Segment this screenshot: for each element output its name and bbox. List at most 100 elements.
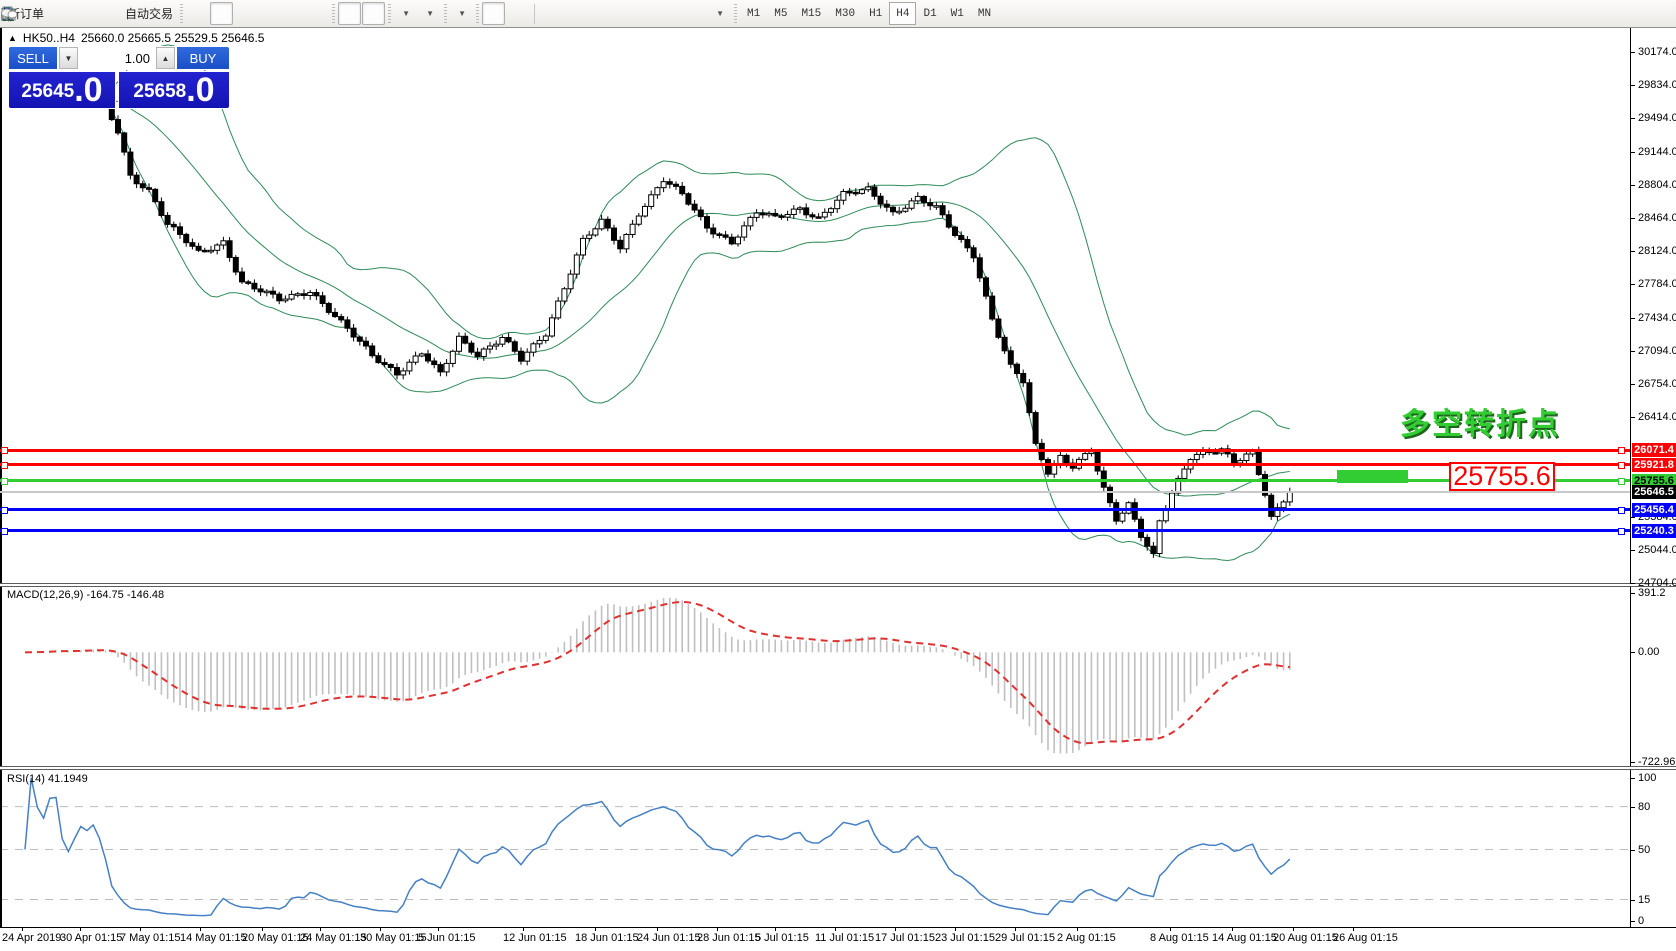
time-axis-label: 2 Aug 01:15 bbox=[1057, 932, 1116, 944]
templates-button[interactable]: ▼ bbox=[1, 2, 473, 25]
arrows-tool-button[interactable]: ▼ bbox=[3, 2, 731, 25]
line-handle[interactable] bbox=[1618, 527, 1625, 535]
crosshair-tool-button[interactable] bbox=[2, 2, 529, 25]
timeframe-m30[interactable]: M30 bbox=[828, 2, 862, 25]
zoom-in-button[interactable] bbox=[2, 2, 281, 25]
chat-button[interactable] bbox=[1, 2, 1672, 25]
timeframe-h4[interactable]: H4 bbox=[889, 2, 917, 25]
vertical-line-tool-button[interactable] bbox=[7, 2, 563, 25]
sell-price-panel[interactable]: 25645 .0 bbox=[8, 71, 116, 109]
time-tick-mark bbox=[140, 928, 141, 931]
line-handle[interactable] bbox=[1, 527, 8, 535]
time-axis-label: 30 May 01:15 bbox=[360, 932, 427, 944]
timeframe-mn[interactable]: MN bbox=[971, 2, 998, 25]
volume-box: ▼ 1.00 ▲ bbox=[58, 46, 176, 70]
time-tick-mark bbox=[1353, 928, 1354, 931]
price-tick-mark bbox=[1630, 217, 1635, 219]
line-handle[interactable] bbox=[1618, 477, 1625, 485]
dropdown-arrow-icon: ▼ bbox=[402, 9, 410, 18]
volume-increase-button[interactable]: ▲ bbox=[156, 47, 175, 69]
search-button[interactable] bbox=[2, 2, 1648, 25]
time-axis-label: 14 May 01:15 bbox=[180, 932, 247, 944]
price-tick-mark bbox=[1630, 549, 1635, 551]
current-price-label: 25646.5 bbox=[1632, 484, 1676, 499]
timeframe-m15[interactable]: M15 bbox=[794, 2, 828, 25]
price-tick-label: 29834.0 bbox=[1638, 79, 1676, 91]
mt5-window: 新订单 自动交易 ▼ ▼ ▼ F ▼ M1 M5 M15 M30 H1 H4 D… bbox=[0, 0, 1676, 951]
volume-decrease-button[interactable]: ▼ bbox=[59, 47, 78, 69]
price-tick-label: 27094.0 bbox=[1638, 344, 1676, 357]
indicators-button[interactable]: ▼ bbox=[1, 2, 417, 25]
price-line-label: 25921.8 bbox=[1632, 457, 1676, 472]
candles bbox=[22, 89, 1293, 558]
buy-price: 25658 bbox=[133, 81, 187, 102]
price-tick-label: 29144.0 bbox=[1638, 145, 1676, 158]
horizontal-price-line[interactable] bbox=[0, 463, 1630, 467]
zoom-out-button[interactable] bbox=[2, 2, 305, 25]
algo-trading-label: 自动交易 bbox=[125, 7, 174, 21]
time-tick-mark bbox=[1232, 928, 1233, 931]
text-tool-button[interactable]: A bbox=[4, 2, 683, 25]
line-handle[interactable] bbox=[1, 506, 8, 514]
rsi-tick-label: 15 bbox=[1638, 893, 1651, 906]
rsi-tick-label: 100 bbox=[1638, 772, 1657, 784]
horizontal-price-line[interactable] bbox=[0, 508, 1630, 512]
volume-value[interactable]: 1.00 bbox=[78, 47, 156, 69]
time-tick-mark bbox=[1293, 928, 1294, 931]
trendline-tool-button[interactable] bbox=[2, 2, 611, 25]
macd-tick-mark bbox=[1630, 762, 1635, 763]
time-axis-label: 5 Jun 01:15 bbox=[418, 932, 476, 944]
line-handle[interactable] bbox=[1618, 461, 1625, 469]
fibonacci-tool-button[interactable]: F bbox=[2, 2, 659, 25]
buy-button[interactable]: BUY bbox=[176, 46, 230, 70]
line-handle[interactable] bbox=[1, 477, 8, 485]
horizontal-line-tool-button[interactable] bbox=[2, 2, 587, 25]
macd-pane[interactable] bbox=[0, 586, 1630, 767]
time-axis-label: 29 Jul 01:15 bbox=[995, 932, 1055, 944]
chart-shift-button[interactable] bbox=[1, 2, 362, 25]
timeframe-d1[interactable]: D1 bbox=[916, 2, 943, 25]
new-chart-button[interactable] bbox=[1, 2, 96, 25]
time-axis-label: 24 Apr 2019 bbox=[2, 932, 62, 944]
time-axis-label: 24 May 01:15 bbox=[300, 932, 367, 944]
auto-scroll-button[interactable] bbox=[1, 2, 386, 25]
depth-of-market-button[interactable] bbox=[1, 2, 72, 25]
pane-divider-rsi[interactable] bbox=[0, 766, 1676, 770]
macd-tick-mark bbox=[1630, 652, 1635, 654]
line-handle[interactable] bbox=[1, 447, 8, 455]
rsi-pane[interactable] bbox=[0, 770, 1630, 926]
label-tool-button[interactable]: T bbox=[1, 2, 707, 25]
main-chart-pane[interactable] bbox=[0, 28, 1630, 584]
timeframe-w1[interactable]: W1 bbox=[944, 2, 971, 25]
time-axis-label: 8 Aug 01:15 bbox=[1150, 932, 1209, 944]
price-tick-mark bbox=[1630, 85, 1635, 86]
price-tick-mark bbox=[1630, 317, 1635, 319]
tile-windows-button[interactable] bbox=[2, 2, 329, 25]
signals-button[interactable] bbox=[1, 2, 120, 25]
timeframe-m5[interactable]: M5 bbox=[767, 2, 794, 25]
line-chart-button[interactable] bbox=[1, 2, 257, 25]
bar-chart-button[interactable] bbox=[1, 2, 209, 25]
pane-divider-macd[interactable] bbox=[0, 583, 1676, 587]
highlight-rectangle[interactable] bbox=[1337, 470, 1408, 483]
candlestick-chart-button[interactable] bbox=[1, 2, 234, 25]
turning-point-annotation[interactable]: 多空转折点 bbox=[1400, 399, 1560, 443]
periods-button[interactable]: ▼ bbox=[1, 2, 441, 25]
time-tick-mark bbox=[380, 928, 381, 931]
price-callout-label[interactable]: 25755.6 bbox=[1449, 461, 1555, 491]
line-handle[interactable] bbox=[1, 461, 8, 469]
buy-price-panel[interactable]: 25658 .0 bbox=[118, 71, 230, 109]
price-line-label: 25456.4 bbox=[1632, 502, 1676, 517]
algo-trading-button[interactable]: 自动交易 bbox=[1, 2, 177, 25]
sell-button[interactable]: SELL bbox=[8, 46, 58, 70]
line-handle[interactable] bbox=[1618, 447, 1625, 455]
horizontal-price-line[interactable] bbox=[0, 448, 1630, 452]
price-tick-mark bbox=[1630, 417, 1635, 418]
price-tick-mark bbox=[1630, 184, 1635, 186]
cursor-tool-button[interactable] bbox=[4, 2, 506, 25]
equidistant-channel-tool-button[interactable]: E bbox=[1, 2, 635, 25]
timeframe-m1[interactable]: M1 bbox=[740, 2, 767, 25]
horizontal-price-line[interactable] bbox=[0, 529, 1630, 533]
timeframe-h1[interactable]: H1 bbox=[862, 2, 889, 25]
line-handle[interactable] bbox=[1618, 506, 1625, 514]
